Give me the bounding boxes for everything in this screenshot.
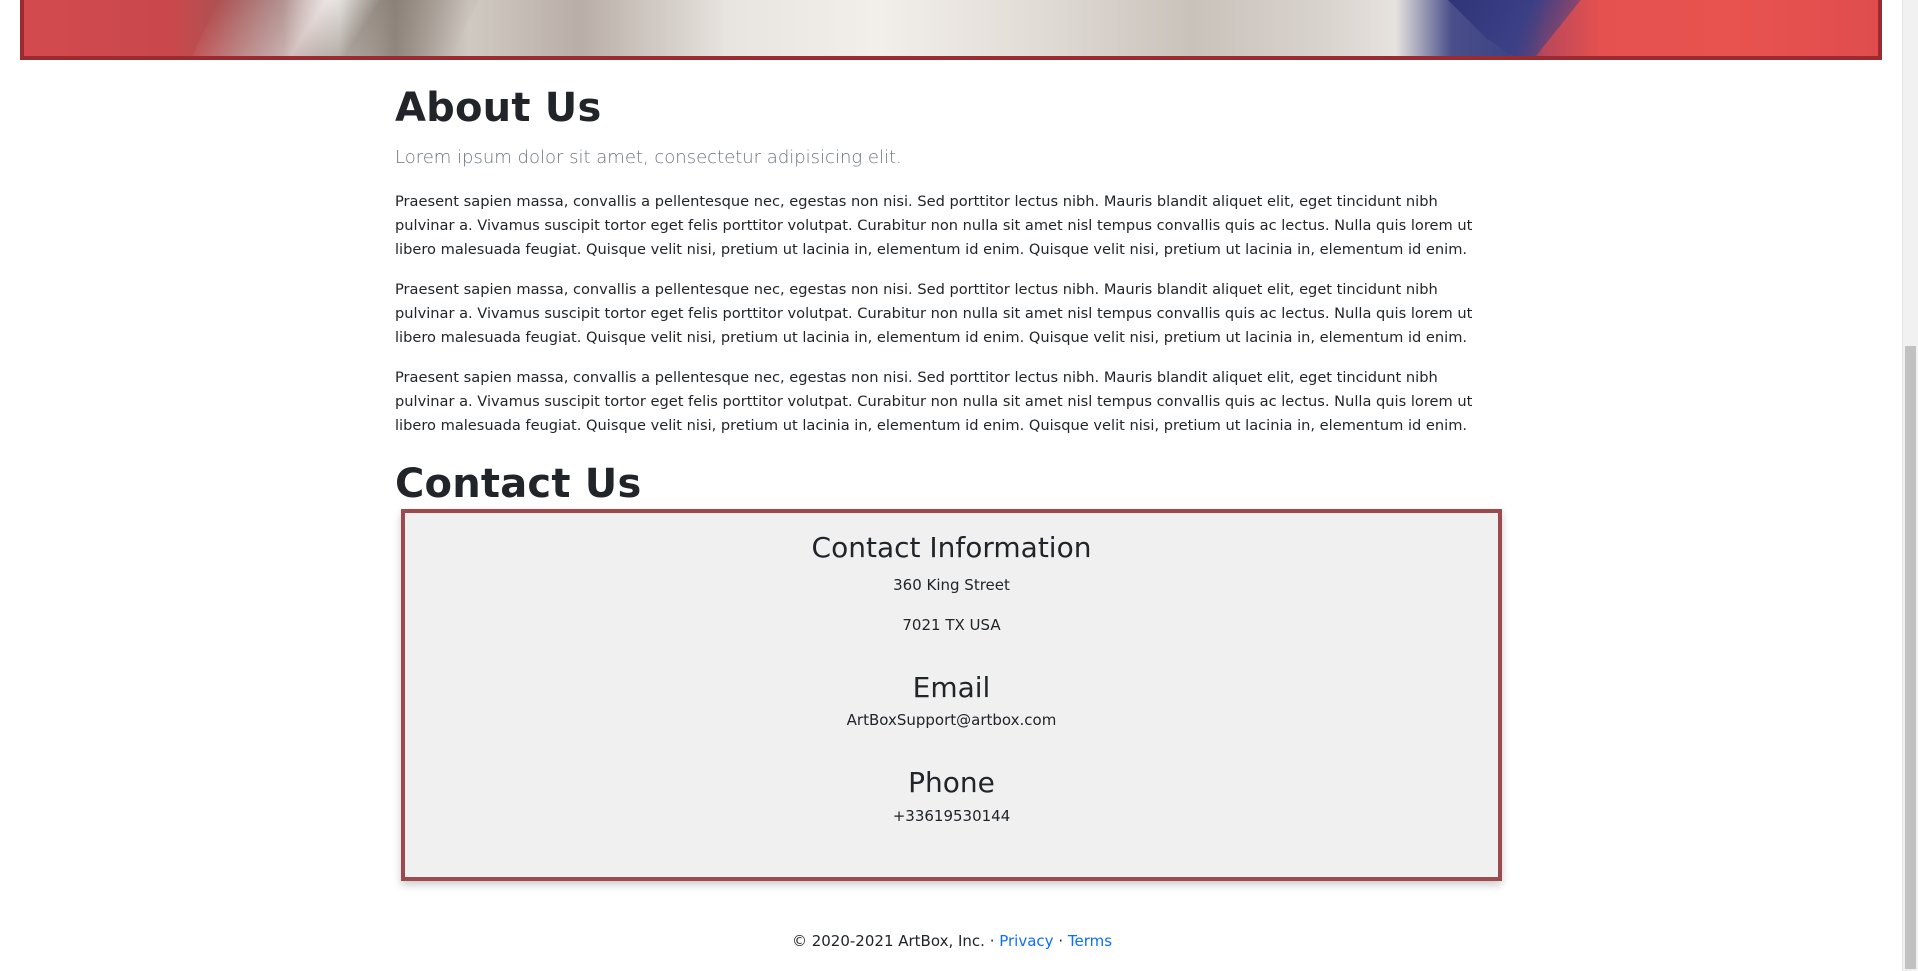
- contact-info-title: Contact Information: [811, 531, 1092, 564]
- footer-copyright: © 2020-2021 ArtBox, Inc. ·: [791, 932, 1000, 950]
- hero-image: [20, 0, 1882, 60]
- about-paragraph-1: Praesent sapien massa, convallis a pelle…: [395, 193, 1473, 259]
- about-paragraph-2: Praesent sapien massa, convallis a pelle…: [395, 281, 1473, 347]
- privacy-link[interactable]: Privacy: [999, 932, 1053, 950]
- contact-card: Contact Information 360 King Street 7021…: [401, 509, 1502, 881]
- footer: © 2020-2021 ArtBox, Inc. · Privacy · Ter…: [0, 932, 1904, 950]
- phone-value: +33619530144: [892, 806, 1011, 825]
- main-content: About Us Lorem ipsum dolor sit amet, con…: [395, 84, 1485, 508]
- terms-link[interactable]: Terms: [1068, 932, 1112, 950]
- contact-title: Contact Us: [395, 461, 642, 508]
- address-line-1: 360 King Street: [893, 575, 1010, 594]
- email-value: ArtBoxSupport@artbox.com: [846, 711, 1057, 730]
- about-lead: Lorem ipsum dolor sit amet, consectetur …: [395, 147, 902, 168]
- about-title: About Us: [395, 85, 602, 131]
- phone-title: Phone: [908, 766, 995, 800]
- footer-separator: ·: [1053, 932, 1068, 950]
- scrollbar-thumb[interactable]: [1905, 346, 1916, 969]
- email-title: Email: [912, 670, 991, 704]
- vertical-scrollbar[interactable]: [1902, 0, 1918, 971]
- about-paragraph-3: Praesent sapien massa, convallis a pelle…: [395, 369, 1473, 435]
- page: About Us Lorem ipsum dolor sit amet, con…: [0, 0, 1918, 971]
- address-line-2: 7021 TX USA: [902, 615, 1001, 634]
